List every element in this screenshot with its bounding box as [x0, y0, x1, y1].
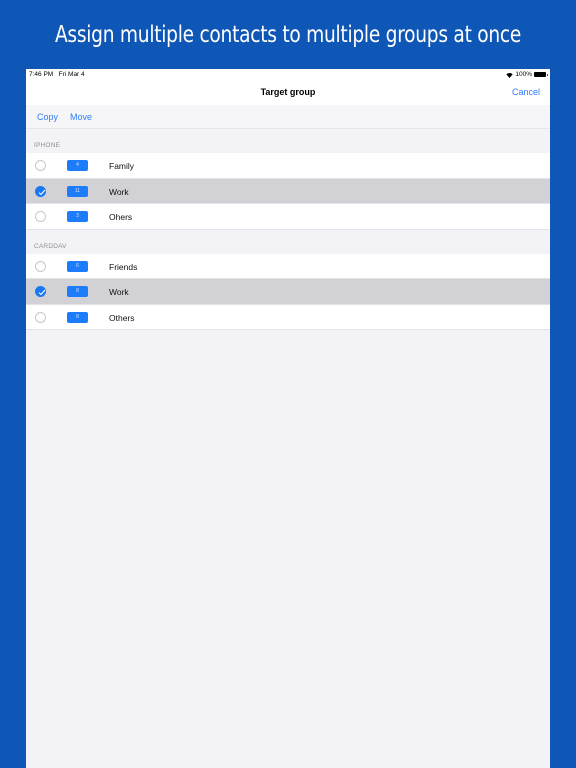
group-row[interactable]: 11 Work	[26, 178, 550, 204]
count-badge: 6	[67, 260, 88, 272]
status-time: 7:46 PM Fri Mar 4	[29, 71, 85, 78]
move-button[interactable]: Move	[70, 112, 92, 122]
group-name: Ohers	[109, 212, 133, 222]
status-date: Fri Mar 4	[58, 71, 85, 78]
section-header-carddav: CARDDAV	[26, 230, 550, 254]
action-toolbar: Copy Move	[26, 105, 550, 129]
count-badge: 4	[67, 160, 88, 171]
status-time-text: 7:46 PM	[29, 71, 54, 78]
group-name: Friends	[109, 261, 138, 272]
group-name: Work	[109, 186, 129, 197]
group-row[interactable]: 3 Ohers	[26, 204, 550, 230]
checkmark-circle-icon[interactable]	[35, 286, 46, 297]
cancel-button[interactable]: Cancel	[512, 87, 540, 97]
group-row[interactable]: 6 Friends	[26, 253, 550, 279]
promo-headline: Assign multiple contacts to multiple gro…	[54, 22, 522, 48]
wifi-icon	[506, 72, 514, 78]
group-row[interactable]: 8 Others	[26, 304, 550, 330]
group-row[interactable]: 8 Work	[26, 279, 550, 305]
count-badge: 11	[67, 185, 88, 197]
device-screen: 7:46 PM Fri Mar 4 100% Target group Canc…	[26, 69, 550, 768]
status-right: 100%	[506, 71, 548, 78]
checkmark-circle-icon[interactable]	[35, 185, 46, 197]
section-header-label: IPHONE	[34, 142, 61, 149]
copy-button[interactable]: Copy	[37, 112, 58, 122]
count-badge: 8	[67, 286, 88, 297]
navigation-bar: Target group Cancel	[26, 80, 550, 105]
radio-unchecked-icon[interactable]	[35, 211, 46, 222]
group-name: Work	[109, 287, 129, 297]
section-header-iphone: IPHONE	[26, 129, 550, 153]
radio-unchecked-icon[interactable]	[35, 160, 46, 171]
section-header-label: CARDDAV	[34, 242, 67, 250]
radio-unchecked-icon[interactable]	[35, 311, 46, 323]
page-title: Target group	[260, 87, 316, 97]
battery-percent: 100%	[515, 71, 532, 78]
count-badge: 8	[67, 311, 88, 323]
group-list: IPHONE 4 Family 11 Work 3 Ohers CARDDAV …	[26, 129, 550, 330]
group-row[interactable]: 4 Family	[26, 153, 550, 179]
status-bar: 7:46 PM Fri Mar 4 100%	[26, 69, 550, 80]
group-name: Family	[109, 161, 135, 171]
battery-icon	[534, 72, 548, 77]
count-badge: 3	[67, 211, 88, 222]
radio-unchecked-icon[interactable]	[35, 260, 46, 272]
group-name: Others	[109, 312, 135, 323]
